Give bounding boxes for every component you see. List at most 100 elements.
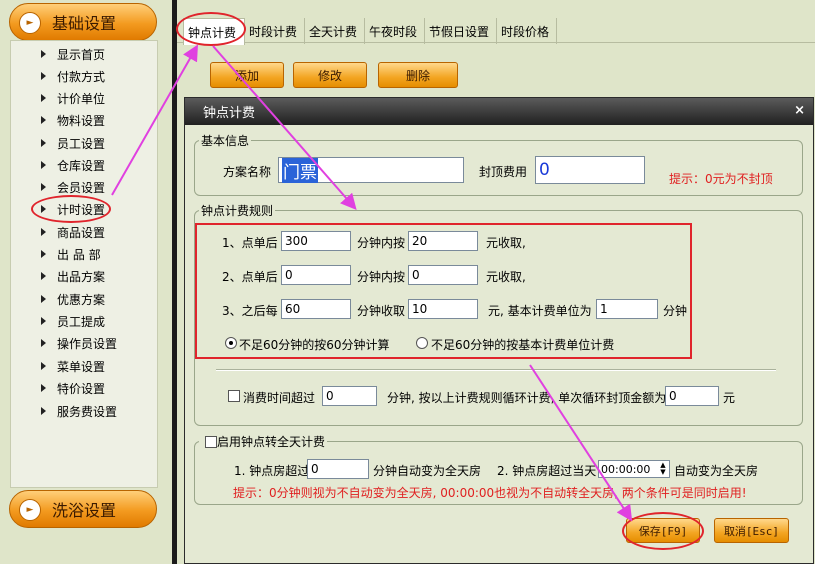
rule3-minutes-value: 60: [285, 302, 301, 316]
plan-name-label: 方案名称: [223, 165, 272, 179]
rule2-minutes-value: 0: [285, 268, 293, 282]
rule2-amount-input[interactable]: 0: [408, 265, 478, 285]
cap-fee-input[interactable]: 0: [535, 156, 645, 184]
sidebar-item-warehouse[interactable]: 仓库设置: [41, 155, 105, 175]
basic-info-legend: 基本信息: [201, 134, 250, 148]
rule1-amount-value: 20: [412, 234, 428, 248]
tab-label: 时段价格: [501, 24, 550, 39]
arrow-right-icon: [41, 407, 46, 415]
delete-button[interactable]: 删除: [378, 62, 458, 88]
dialog-title: 钟点计费: [203, 106, 256, 121]
tab-label: 节假日设置: [429, 24, 490, 39]
annotation-ring-sidebar: [31, 195, 111, 223]
sidebar-item-product[interactable]: 商品设置: [41, 222, 106, 242]
fullday-minutes-value: 0: [311, 462, 319, 476]
sidebar-item-service-fee[interactable]: 服务费设置: [41, 401, 118, 421]
fullday-time-input[interactable]: 00:00:00 ▲ ▼: [598, 460, 670, 478]
sidebar-item-label: 员工提成: [57, 314, 106, 329]
sidebar-item-label: 服务费设置: [57, 404, 118, 419]
sidebar-item-label: 计价单位: [57, 91, 106, 106]
consume-cap-suffix: 元: [723, 391, 736, 405]
add-button[interactable]: 添加: [210, 62, 284, 88]
consume-cap-value: 0: [669, 389, 677, 403]
consume-loop-label: 消费时间超过: [243, 391, 316, 405]
sidebar-item-dispatch-dept[interactable]: 出 品 部: [41, 244, 101, 264]
sidebar-item-material[interactable]: 物料设置: [41, 110, 105, 130]
rule2-mid: 分钟内按: [357, 270, 406, 284]
plan-name-value: 门票: [282, 157, 318, 183]
cancel-button[interactable]: 取消[Esc]: [714, 518, 789, 543]
arrow-right-icon: [41, 339, 46, 347]
radio-round-60-label: 不足60分钟的按60分钟计算: [239, 338, 390, 352]
tab-label: 午夜时段: [369, 24, 418, 39]
fullday-time-value: 00:00:00: [601, 462, 651, 476]
sidebar-item-label: 出 品 部: [57, 247, 101, 262]
fullday-note: 提示：0分钟则视为不自动变为全天房, 00:00:00也视为不自动转全天房, 两…: [233, 486, 747, 500]
add-button-label: 添加: [234, 68, 259, 83]
rule1-amount-input[interactable]: 20: [408, 231, 478, 251]
sidebar-item-staff[interactable]: 员工设置: [41, 133, 106, 153]
section-bath-settings-label: 洗浴设置: [52, 501, 117, 520]
spinner-icon[interactable]: ▲ ▼: [658, 462, 668, 476]
sidebar-item-label: 显示首页: [57, 47, 106, 62]
sidebar-item-menu[interactable]: 菜单设置: [41, 356, 105, 376]
fullday-c2-suffix: 自动变为全天房: [674, 464, 759, 478]
plan-name-input[interactable]: 门票: [278, 157, 464, 183]
close-icon[interactable]: ×: [794, 103, 805, 118]
rule3-minutes-input[interactable]: 60: [281, 299, 351, 319]
fullday-c1-label: 1. 钟点房超过: [234, 464, 310, 478]
tab-period[interactable]: 时段计费: [245, 18, 305, 44]
tab-midnight[interactable]: 午夜时段: [365, 18, 425, 44]
sidebar-item-commission[interactable]: 员工提成: [41, 311, 106, 331]
sidebar-item-home[interactable]: 显示首页: [41, 44, 106, 64]
consume-loop-checkbox[interactable]: [228, 390, 240, 402]
rule3-unit-input[interactable]: 1: [596, 299, 658, 319]
arrow-right-icon: [41, 384, 46, 392]
sidebar-item-label: 商品设置: [57, 225, 106, 240]
arrow-right-icon: [41, 50, 46, 58]
sidebar-item-dispatch-plan[interactable]: 出品方案: [41, 266, 105, 286]
rule1-minutes-input[interactable]: 300: [281, 231, 351, 251]
consume-cap-input[interactable]: 0: [665, 386, 719, 406]
sidebar-item-label: 特价设置: [57, 381, 106, 396]
cap-fee-hint: 提示：0元为不封顶: [669, 172, 773, 186]
arrow-right-icon: [41, 72, 46, 80]
fullday-legend: 启用钟点转全天计费: [217, 435, 326, 449]
sidebar-item-unit[interactable]: 计价单位: [41, 88, 106, 108]
rule2-minutes-input[interactable]: 0: [281, 265, 351, 285]
arrow-right-icon: [41, 228, 46, 236]
billing-rules-legend: 钟点计费规则: [201, 204, 274, 218]
sidebar-item-label: 会员设置: [57, 180, 106, 195]
arrow-right-icon: [41, 183, 46, 191]
edit-button[interactable]: 修改: [293, 62, 367, 88]
rule3-amount-input[interactable]: 10: [408, 299, 478, 319]
tab-label: 时段计费: [249, 24, 298, 39]
tab-fullday[interactable]: 全天计费: [305, 18, 365, 44]
rule3-amount-value: 10: [412, 302, 428, 316]
sidebar-item-payment[interactable]: 付款方式: [41, 66, 106, 86]
delete-button-label: 删除: [405, 68, 430, 83]
fullday-checkbox[interactable]: [205, 436, 217, 448]
tab-label: 全天计费: [309, 24, 358, 39]
tab-holiday[interactable]: 节假日设置: [425, 18, 497, 44]
chevron-right-icon: ►: [19, 12, 41, 34]
sidebar-item-special-price[interactable]: 特价设置: [41, 378, 106, 398]
radio-round-unit[interactable]: [416, 337, 428, 349]
arrow-right-icon: [41, 94, 46, 102]
sidebar-item-member[interactable]: 会员设置: [41, 177, 106, 197]
rule3-mid: 分钟收取: [357, 304, 406, 318]
sidebar-item-label: 优惠方案: [57, 292, 106, 307]
sidebar-item-label: 员工设置: [57, 136, 106, 151]
sidebar-item-label: 付款方式: [57, 69, 106, 84]
tab-period-price[interactable]: 时段价格: [497, 18, 557, 44]
sidebar-item-discount[interactable]: 优惠方案: [41, 289, 106, 309]
fullday-minutes-input[interactable]: 0: [307, 459, 369, 479]
arrow-right-icon: [41, 295, 46, 303]
radio-round-60[interactable]: [225, 337, 237, 349]
dialog-title-bar: 钟点计费 ×: [185, 98, 813, 125]
section-basic-settings[interactable]: ► 基础设置: [9, 3, 157, 41]
sidebar-item-operator[interactable]: 操作员设置: [41, 333, 117, 353]
consume-minutes-input[interactable]: 0: [322, 386, 377, 406]
section-bath-settings[interactable]: ► 洗浴设置: [9, 490, 157, 528]
rule3-unit-value: 1: [600, 302, 608, 316]
